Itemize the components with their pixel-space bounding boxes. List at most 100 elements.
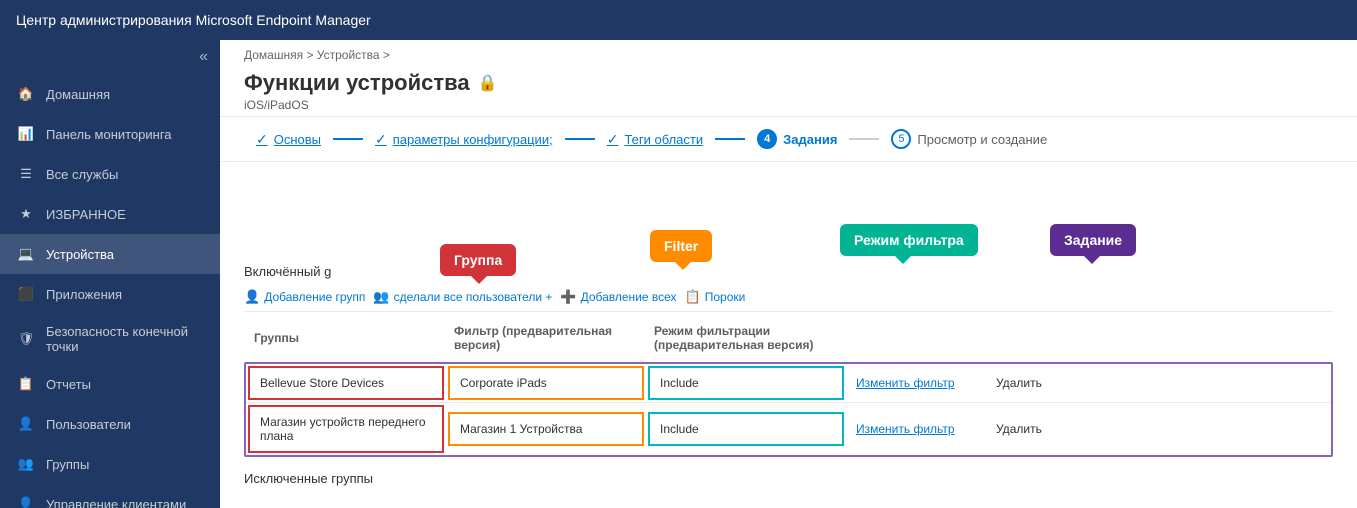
wizard-step-basics[interactable]: ✓ Основы bbox=[244, 131, 333, 148]
column-headers: Группы Фильтр (предварительная версия) Р… bbox=[244, 318, 1333, 358]
col-header-filter-mode: Режим фильтрации (предварительная версия… bbox=[644, 320, 844, 356]
sidebar-item-devices-label: Устройства bbox=[46, 247, 114, 262]
sidebar-item-favorites-label: ИЗБРАННОЕ bbox=[46, 207, 126, 222]
breadcrumb: Домашняя > Устройства > bbox=[220, 40, 1357, 66]
row1-edit-button[interactable]: Изменить фильтр bbox=[856, 376, 955, 390]
sidebar-collapse-button[interactable]: « bbox=[0, 40, 220, 74]
excluded-groups-label: Исключенные группы bbox=[244, 467, 1333, 490]
add-person-icon: 👤 bbox=[244, 289, 260, 305]
row2-filter-mode: Include bbox=[648, 412, 844, 446]
col-header-groups: Группы bbox=[244, 327, 444, 349]
thresholds-icon: 📋 bbox=[685, 289, 701, 305]
lock-icon: 🔒 bbox=[478, 73, 498, 93]
row1-filter: Corporate iPads bbox=[448, 366, 644, 400]
sidebar-item-security-label: Безопасность конечной точки bbox=[46, 324, 204, 354]
sidebar-item-reports-label: Отчеты bbox=[46, 377, 91, 392]
row2-delete-button[interactable]: Удалить bbox=[996, 422, 1042, 436]
sidebar-item-apps[interactable]: ⬛ Приложения bbox=[0, 274, 220, 314]
sidebar-item-clients[interactable]: 👤 Управление клиентами bbox=[0, 484, 220, 508]
page-title-area: Функции устройства 🔒 iOS/iPadOS bbox=[220, 66, 1357, 117]
assignment-area: Группа Filter Режим фильтра Задание Вклю… bbox=[220, 162, 1357, 508]
sidebar-item-clients-label: Управление клиентами bbox=[46, 497, 186, 508]
wizard-step-config-label: параметры конфигурации; bbox=[393, 132, 553, 147]
wizard-steps: ✓ Основы ✓ параметры конфигурации; ✓ Тег… bbox=[220, 117, 1357, 162]
sidebar-item-monitoring-label: Панель мониторинга bbox=[46, 127, 172, 142]
wizard-step-review-label: Просмотр и создание bbox=[917, 132, 1047, 147]
wizard-step-assignments[interactable]: 4 Задания bbox=[745, 129, 849, 149]
groups-icon: 👥 bbox=[16, 454, 36, 474]
page-title: Функции устройства 🔒 bbox=[244, 70, 1333, 96]
step-num-assignments: 4 bbox=[757, 129, 777, 149]
sidebar-item-groups[interactable]: 👥 Группы bbox=[0, 444, 220, 484]
add-all-devices-button[interactable]: ➕ Добавление всех bbox=[560, 289, 676, 305]
topbar: Центр администрирования Microsoft Endpoi… bbox=[0, 0, 1357, 40]
step-num-review: 5 bbox=[891, 129, 911, 149]
sidebar-item-home[interactable]: 🏠 Домашняя bbox=[0, 74, 220, 114]
content-area: Домашняя > Устройства > Функции устройст… bbox=[220, 40, 1357, 508]
check-icon-scope: ✓ bbox=[607, 131, 619, 148]
sidebar-item-home-label: Домашняя bbox=[46, 87, 110, 102]
wizard-step-review[interactable]: 5 Просмотр и создание bbox=[879, 129, 1059, 149]
row1-filter-mode: Include bbox=[648, 366, 844, 400]
monitoring-icon: 📊 bbox=[16, 124, 36, 144]
reports-icon: 📋 bbox=[16, 374, 36, 394]
sidebar-item-security[interactable]: 🛡 Безопасность конечной точки bbox=[0, 314, 220, 364]
callout-filter: Filter bbox=[650, 230, 712, 262]
wizard-step-assignments-label: Задания bbox=[783, 132, 837, 147]
wizard-step-scope[interactable]: ✓ Теги области bbox=[595, 131, 715, 148]
services-icon: ☰ bbox=[16, 164, 36, 184]
wizard-step-scope-label: Теги области bbox=[624, 132, 703, 147]
check-icon-basics: ✓ bbox=[256, 131, 268, 148]
apps-icon: ⬛ bbox=[16, 284, 36, 304]
row2-edit-button[interactable]: Изменить фильтр bbox=[856, 422, 955, 436]
users-icon: 👤 bbox=[16, 414, 36, 434]
callout-assignment: Задание bbox=[1050, 224, 1136, 256]
add-all-users-button[interactable]: 👥 сделали все пользователи + bbox=[373, 289, 552, 305]
wizard-sep-3 bbox=[715, 138, 745, 140]
add-devices-icon: ➕ bbox=[560, 289, 576, 305]
add-thresholds-button[interactable]: 📋 Пороки bbox=[685, 289, 746, 305]
devices-icon: 💻 bbox=[16, 244, 36, 264]
row1-edit-cell: Изменить фильтр bbox=[846, 368, 986, 398]
col-header-filter: Фильтр (предварительная версия) bbox=[444, 320, 644, 356]
row1-group: Bellevue Store Devices bbox=[248, 366, 444, 400]
wizard-step-basics-label: Основы bbox=[274, 132, 321, 147]
col-header-delete bbox=[984, 334, 1064, 342]
wizard-sep-1 bbox=[333, 138, 363, 140]
callout-group: Группа bbox=[440, 244, 516, 276]
included-groups-label: Включённый g bbox=[244, 264, 331, 279]
wizard-step-config[interactable]: ✓ параметры конфигурации; bbox=[363, 131, 565, 148]
col-header-edit bbox=[844, 334, 984, 342]
sidebar-item-devices[interactable]: 💻 Устройства bbox=[0, 234, 220, 274]
shield-icon: 🛡 bbox=[16, 329, 36, 349]
page-subtitle: iOS/iPadOS bbox=[244, 98, 1333, 112]
row1-delete-button[interactable]: Удалить bbox=[996, 376, 1042, 390]
wizard-sep-4 bbox=[849, 138, 879, 140]
sidebar-item-groups-label: Группы bbox=[46, 457, 89, 472]
table-row: Магазин устройств переднего плана Магази… bbox=[246, 403, 1331, 455]
sidebar-item-services[interactable]: ☰ Все службы bbox=[0, 154, 220, 194]
sidebar-item-monitoring[interactable]: 📊 Панель мониторинга bbox=[0, 114, 220, 154]
sidebar-item-users-label: Пользователи bbox=[46, 417, 131, 432]
table-row: Bellevue Store Devices Corporate iPads I… bbox=[246, 364, 1331, 403]
sidebar-item-apps-label: Приложения bbox=[46, 287, 122, 302]
sidebar-item-users[interactable]: 👤 Пользователи bbox=[0, 404, 220, 444]
add-groups-button[interactable]: 👤 Добавление групп bbox=[244, 289, 365, 305]
row2-edit-cell: Изменить фильтр bbox=[846, 414, 986, 444]
check-icon-config: ✓ bbox=[375, 131, 387, 148]
sidebar: « 🏠 Домашняя 📊 Панель мониторинга ☰ Все … bbox=[0, 40, 220, 508]
included-groups-table: Bellevue Store Devices Corporate iPads I… bbox=[244, 362, 1333, 457]
callout-filter-mode: Режим фильтра bbox=[840, 224, 978, 256]
sidebar-item-reports[interactable]: 📋 Отчеты bbox=[0, 364, 220, 404]
row2-group: Магазин устройств переднего плана bbox=[248, 405, 444, 453]
add-group-row: 👤 Добавление групп 👥 сделали все пользов… bbox=[244, 283, 1333, 312]
topbar-title: Центр администрирования Microsoft Endpoi… bbox=[16, 12, 371, 28]
wizard-sep-2 bbox=[565, 138, 595, 140]
add-all-users-icon: 👥 bbox=[373, 289, 389, 305]
sidebar-item-services-label: Все службы bbox=[46, 167, 118, 182]
row2-delete-cell: Удалить bbox=[986, 414, 1066, 444]
row2-filter: Магазин 1 Устройства bbox=[448, 412, 644, 446]
favorites-icon: ★ bbox=[16, 204, 36, 224]
sidebar-item-favorites[interactable]: ★ ИЗБРАННОЕ bbox=[0, 194, 220, 234]
home-icon: 🏠 bbox=[16, 84, 36, 104]
